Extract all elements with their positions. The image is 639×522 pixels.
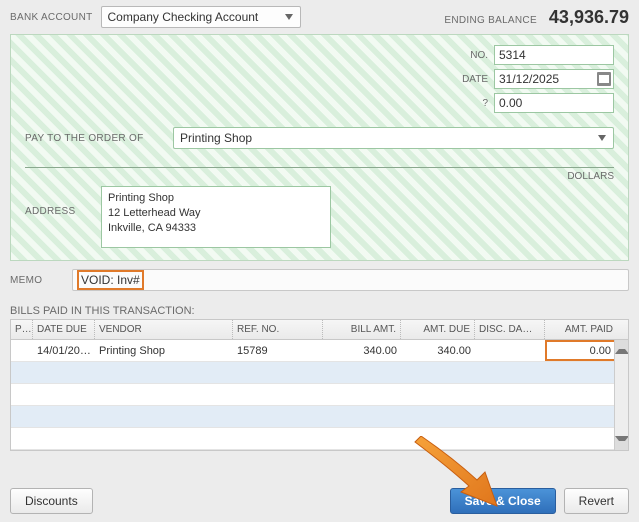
address-box[interactable]: Printing Shop 12 Letterhead Way Inkville…: [101, 186, 331, 248]
cell-amt-paid[interactable]: 0.00: [545, 340, 617, 361]
cell-ref-no: 15789: [233, 340, 323, 361]
grid-body: 14/01/20… Printing Shop 15789 340.00 340…: [11, 340, 628, 450]
cell-amt-due: 340.00: [401, 340, 475, 361]
ending-balance-value: 43,936.79: [549, 7, 629, 28]
address-label: ADDRESS: [25, 186, 85, 217]
col-vendor[interactable]: VENDOR: [95, 320, 233, 339]
calendar-icon[interactable]: [597, 72, 611, 86]
bills-title: BILLS PAID IN THIS TRANSACTION:: [10, 305, 629, 317]
check-amount-input[interactable]: [494, 93, 614, 113]
bank-account-label: BANK ACCOUNT: [10, 12, 93, 23]
table-row: [11, 362, 628, 384]
col-amt-due[interactable]: AMT. DUE: [401, 320, 475, 339]
table-row: [11, 406, 628, 428]
check-date-label: DATE: [462, 74, 488, 85]
payee-select[interactable]: Printing Shop: [173, 127, 614, 149]
cell-bill-amt: 340.00: [323, 340, 401, 361]
footer: Discounts Save & Close Revert: [0, 488, 639, 514]
payee-label: PAY TO THE ORDER OF: [25, 133, 165, 144]
table-row: [11, 384, 628, 406]
bank-account-value: Company Checking Account: [108, 10, 259, 24]
table-row[interactable]: 14/01/20… Printing Shop 15789 340.00 340…: [11, 340, 628, 362]
scrollbar[interactable]: [614, 340, 628, 450]
chevron-down-icon: [282, 10, 296, 24]
bills-grid: P… DATE DUE VENDOR REF. NO. BILL AMT. AM…: [10, 319, 629, 451]
check-panel: NO. DATE ? PAY TO THE ORDER OF Printing …: [10, 34, 629, 261]
revert-button[interactable]: Revert: [564, 488, 629, 514]
col-p[interactable]: P…: [11, 320, 33, 339]
cell-disc-date: [475, 340, 545, 361]
memo-input[interactable]: VOID: Inv#: [72, 269, 629, 291]
chevron-down-icon: [595, 131, 609, 145]
check-date-input[interactable]: [494, 69, 614, 89]
memo-label: MEMO: [10, 275, 60, 286]
top-bar: BANK ACCOUNT Company Checking Account EN…: [0, 0, 639, 32]
bank-account-select[interactable]: Company Checking Account: [101, 6, 301, 28]
check-amount-label: ?: [462, 98, 488, 109]
amount-words-line: DOLLARS: [25, 167, 614, 168]
col-disc-date[interactable]: DISC. DA…: [475, 320, 545, 339]
dollars-label: DOLLARS: [567, 171, 614, 182]
cell-vendor: Printing Shop: [95, 340, 233, 361]
memo-value-highlight: VOID: Inv#: [77, 270, 144, 290]
discounts-button[interactable]: Discounts: [10, 488, 93, 514]
check-no-label: NO.: [462, 50, 488, 61]
scroll-down-icon[interactable]: [615, 436, 628, 450]
grid-header: P… DATE DUE VENDOR REF. NO. BILL AMT. AM…: [11, 320, 628, 340]
save-close-button[interactable]: Save & Close: [450, 488, 556, 514]
scroll-up-icon[interactable]: [615, 340, 628, 354]
col-ref-no[interactable]: REF. NO.: [233, 320, 323, 339]
col-bill-amt[interactable]: BILL AMT.: [323, 320, 401, 339]
cell-date-due: 14/01/20…: [33, 340, 95, 361]
ending-balance-label: ENDING BALANCE: [444, 15, 537, 26]
col-amt-paid[interactable]: AMT. PAID: [545, 320, 617, 339]
check-no-input[interactable]: [494, 45, 614, 65]
table-row: [11, 428, 628, 450]
payee-value: Printing Shop: [180, 131, 252, 145]
cell-p: [11, 340, 33, 361]
col-date-due[interactable]: DATE DUE: [33, 320, 95, 339]
